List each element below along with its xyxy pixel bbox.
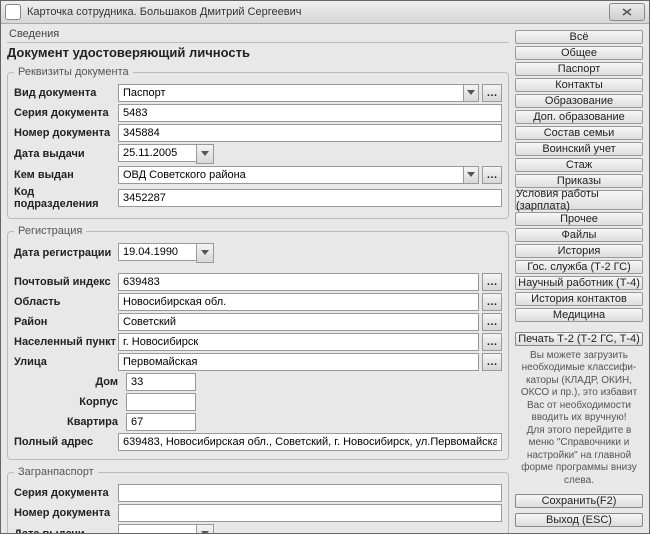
reg-building-input[interactable] (126, 393, 196, 411)
nav-work-terms[interactable]: Условия работы (зарплата) (515, 190, 643, 210)
reg-building-label: Корпус (14, 396, 126, 408)
nav-contacts[interactable]: Контакты (515, 78, 643, 92)
chevron-down-icon[interactable] (196, 243, 214, 263)
titlebar: Карточка сотрудника. Большаков Дмитрий С… (1, 1, 649, 24)
chevron-down-icon[interactable] (463, 84, 479, 102)
registration-group: Регистрация Дата регистрации Почтовый ин… (7, 225, 509, 460)
foreign-legend: Загранпаспорт (14, 466, 98, 478)
doc-code-input[interactable] (118, 189, 502, 207)
doc-kind-combo[interactable] (118, 84, 479, 102)
reg-apt-input[interactable] (126, 413, 196, 431)
document-legend: Реквизиты документа (14, 66, 133, 78)
reg-region-browse[interactable]: … (482, 293, 502, 311)
doc-number-input[interactable] (118, 124, 502, 142)
close-button[interactable] (609, 3, 645, 21)
document-group: Реквизиты документа Вид документа … Сери… (7, 66, 509, 219)
tab-info[interactable]: Сведения (7, 28, 509, 43)
reg-district-label: Район (14, 316, 118, 328)
reg-district-input[interactable] (118, 313, 479, 331)
doc-kind-label: Вид документа (14, 87, 118, 99)
doc-number-label: Номер документа (14, 127, 118, 139)
foreign-passport-group: Загранпаспорт Серия документа Номер доку… (7, 466, 509, 533)
nav-files[interactable]: Файлы (515, 228, 643, 242)
nav-experience[interactable]: Стаж (515, 158, 643, 172)
reg-date-input[interactable] (118, 243, 196, 261)
reg-zip-label: Почтовый индекс (14, 276, 118, 288)
nav-other[interactable]: Прочее (515, 212, 643, 226)
doc-issuer-label: Кем выдан (14, 169, 118, 181)
doc-date-picker[interactable] (118, 144, 214, 164)
foreign-number-input[interactable] (118, 504, 502, 522)
doc-series-label: Серия документа (14, 107, 118, 119)
reg-region-input[interactable] (118, 293, 479, 311)
reg-street-browse[interactable]: … (482, 353, 502, 371)
nav-medicine[interactable]: Медицина (515, 308, 643, 322)
nav-history[interactable]: История (515, 244, 643, 258)
foreign-number-label: Номер документа (14, 507, 118, 519)
reg-district-browse[interactable]: … (482, 313, 502, 331)
doc-issuer-browse[interactable]: … (482, 166, 502, 184)
side-panel: Всё Общее Паспорт Контакты Образование Д… (515, 24, 649, 533)
reg-city-browse[interactable]: … (482, 333, 502, 351)
chevron-down-icon[interactable] (196, 144, 214, 164)
nav-family[interactable]: Состав семьи (515, 126, 643, 140)
reg-date-label: Дата регистрации (14, 247, 118, 259)
nav-passport[interactable]: Паспорт (515, 62, 643, 76)
main-panel: Сведения Документ удостоверяющий личност… (1, 24, 515, 533)
nav-military[interactable]: Воинский учет (515, 142, 643, 156)
foreign-series-label: Серия документа (14, 487, 118, 499)
foreign-date-picker[interactable] (118, 524, 214, 533)
foreign-date-label: Дата выдачи (14, 528, 118, 533)
doc-issuer-input[interactable] (118, 166, 463, 184)
doc-series-input[interactable] (118, 104, 502, 122)
reg-zip-browse[interactable]: … (482, 273, 502, 291)
registration-legend: Регистрация (14, 225, 86, 237)
foreign-series-input[interactable] (118, 484, 502, 502)
chevron-down-icon[interactable] (463, 166, 479, 184)
doc-issuer-combo[interactable] (118, 166, 479, 184)
reg-house-label: Дом (14, 376, 126, 388)
hint-text: Вы можете загрузить необходимые классифи… (515, 348, 643, 490)
doc-kind-input[interactable] (118, 84, 463, 102)
save-button[interactable]: Сохранить(F2) (515, 494, 643, 508)
nav-general[interactable]: Общее (515, 46, 643, 60)
reg-street-label: Улица (14, 356, 118, 368)
reg-date-picker[interactable] (118, 243, 214, 263)
reg-region-label: Область (14, 296, 118, 308)
reg-full-label: Полный адрес (14, 436, 118, 448)
reg-street-input[interactable] (118, 353, 479, 371)
reg-city-label: Населенный пункт (14, 336, 118, 348)
doc-date-input[interactable] (118, 144, 196, 162)
nav-all[interactable]: Всё (515, 30, 643, 44)
doc-kind-browse[interactable]: … (482, 84, 502, 102)
nav-extra-education[interactable]: Доп. образование (515, 110, 643, 124)
print-button[interactable]: Печать Т-2 (Т-2 ГС, Т-4) (515, 332, 643, 346)
reg-apt-label: Квартира (14, 416, 126, 428)
doc-date-label: Дата выдачи (14, 148, 118, 160)
nav-researcher[interactable]: Научный работник (Т-4) (515, 276, 643, 290)
app-icon (5, 4, 21, 20)
nav-gov-service[interactable]: Гос. служба (Т-2 ГС) (515, 260, 643, 274)
nav-education[interactable]: Образование (515, 94, 643, 108)
chevron-down-icon[interactable] (196, 524, 214, 533)
app-window: Карточка сотрудника. Большаков Дмитрий С… (0, 0, 650, 534)
doc-code-label: Код подразделения (14, 186, 118, 210)
exit-button[interactable]: Выход (ESC) (515, 513, 643, 527)
foreign-date-input[interactable] (118, 524, 196, 533)
reg-city-input[interactable] (118, 333, 479, 351)
nav-orders[interactable]: Приказы (515, 174, 643, 188)
reg-zip-input[interactable] (118, 273, 479, 291)
reg-house-input[interactable] (126, 373, 196, 391)
close-icon (622, 8, 632, 16)
nav-contact-history[interactable]: История контактов (515, 292, 643, 306)
page-title: Документ удостоверяющий личность (7, 45, 509, 60)
reg-full-input[interactable] (118, 433, 502, 451)
window-title: Карточка сотрудника. Большаков Дмитрий С… (27, 6, 609, 18)
